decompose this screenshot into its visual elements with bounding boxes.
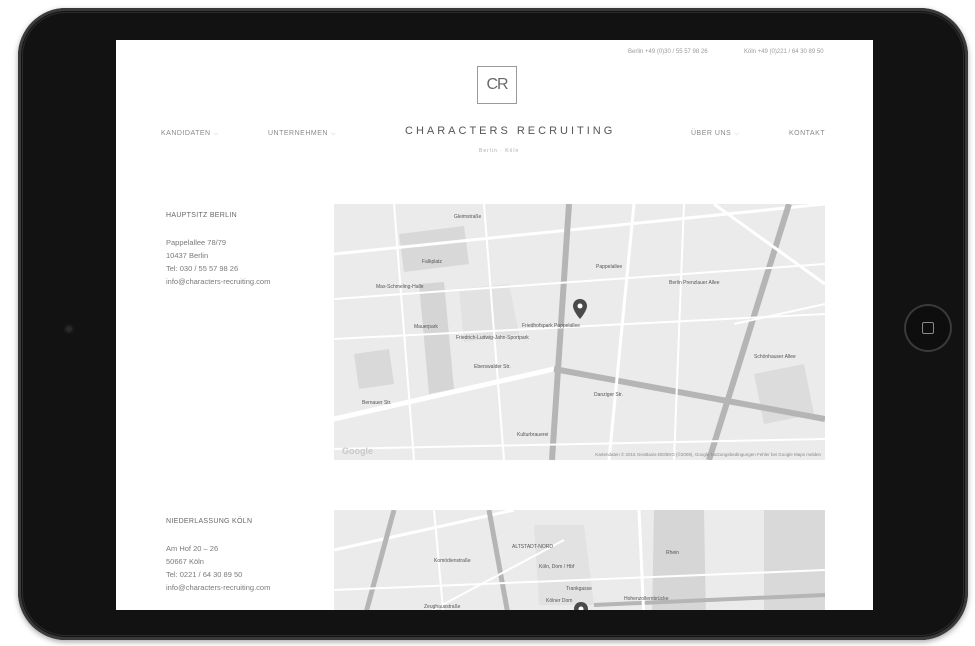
map-berlin[interactable]: Gleimstraße Falkplatz Max-Schmeling-Hall… — [334, 204, 825, 460]
map-label-koeln-dom: Köln, Dom / Hbf — [539, 564, 575, 570]
map-label-kulturbrauerei: Kulturbrauerei — [517, 432, 549, 438]
office-city-koeln: 50667 Köln — [166, 557, 204, 566]
berlin-contact[interactable]: Berlin +49 (0)30 / 55 57 98 26 — [628, 49, 708, 55]
map-label-rhein: Rhein — [666, 550, 680, 556]
brand-cities: Berlin · Köln — [479, 148, 520, 154]
koeln-contact[interactable]: Köln +49 (0)221 / 64 30 89 50 — [744, 49, 824, 55]
map-berlin-roads — [334, 204, 825, 460]
map-label-altstadt: ALTSTADT-NORD — [512, 544, 553, 550]
map-label-friedhofspark: Friedhofspark Pappelallee — [522, 323, 581, 329]
nav-ueber-uns[interactable]: ÜBER UNS ⌵ — [691, 130, 739, 138]
map-attribution[interactable]: Kartendaten © 2015 GeoBasis-DE/BKG (©200… — [595, 452, 821, 457]
map-label-prenzlauer: Berlin Prenzlauer Allee — [669, 280, 720, 286]
nav-kandidaten[interactable]: KANDIDATEN ⌵ — [161, 130, 219, 138]
map-label-schmeling: Max-Schmeling-Halle — [376, 284, 424, 290]
nav-kandidaten-label: KANDIDATEN — [161, 130, 211, 137]
logo[interactable]: CR — [477, 66, 517, 104]
map-koeln-roads — [334, 510, 825, 610]
map-label-danziger: Danziger Str. — [594, 392, 623, 398]
nav-kontakt-label: KONTAKT — [789, 130, 826, 137]
map-label-schoenhauser: Schönhauser Allee — [754, 354, 796, 360]
map-pin-icon[interactable] — [573, 299, 587, 319]
map-label-jahn: Friedrich-Ludwig-Jahn-Sportpark — [456, 335, 529, 341]
tablet-frame: Berlin +49 (0)30 / 55 57 98 26 Köln +49 … — [18, 8, 968, 640]
office-email-berlin[interactable]: info@characters-recruiting.com — [166, 277, 270, 286]
map-label-komoedien: Komödienstraße — [434, 558, 471, 564]
map-label-zeughaus: Zeughausstraße — [424, 604, 461, 610]
nav-kontakt[interactable]: KONTAKT — [789, 130, 825, 137]
nav-ueber-uns-label: ÜBER UNS — [691, 130, 732, 137]
nav-unternehmen[interactable]: UNTERNEHMEN ⌵ — [268, 130, 336, 138]
office-phone-koeln[interactable]: Tel: 0221 / 64 30 89 50 — [166, 570, 242, 579]
logo-mark: CR — [486, 76, 508, 93]
map-label-trankgasse: Trankgasse — [566, 586, 592, 592]
map-label-bernauer: Bernauer Str. — [362, 400, 392, 406]
office-street-berlin: Pappelallee 78/79 — [166, 238, 227, 247]
google-logo: Google — [342, 446, 373, 456]
map-label-pappelallee: Pappelallee — [596, 264, 623, 270]
home-square-icon — [922, 322, 934, 334]
map-koeln[interactable]: ALTSTADT-NORD Köln, Dom / Hbf Kölner Dom… — [334, 510, 825, 610]
chevron-down-icon: ⌵ — [213, 131, 219, 137]
office-street-koeln: Am Hof 20 – 26 — [166, 544, 219, 553]
office-email-koeln[interactable]: info@characters-recruiting.com — [166, 583, 270, 592]
chevron-down-icon: ⌵ — [330, 131, 337, 137]
map-label-eberswalder: Eberswalder Str. — [474, 364, 511, 370]
brand-name[interactable]: CHARACTERS RECRUITING — [405, 125, 615, 137]
nav-unternehmen-label: UNTERNEHMEN — [268, 130, 328, 137]
map-label-hohenzollern: Hohenzollernbrücke — [624, 596, 669, 602]
front-camera — [64, 324, 74, 334]
map-label-falkplatz: Falkplatz — [422, 259, 443, 265]
map-label-gleimstrasse: Gleimstraße — [454, 214, 482, 220]
home-button[interactable] — [904, 304, 952, 352]
office-city-berlin: 10437 Berlin — [166, 251, 209, 260]
map-label-mauerpark: Mauerpark — [414, 324, 438, 330]
map-label-koelner-dom: Kölner Dom — [546, 598, 573, 604]
office-title-berlin: HAUPTSITZ BERLIN — [166, 212, 237, 219]
screen: Berlin +49 (0)30 / 55 57 98 26 Köln +49 … — [116, 40, 873, 610]
chevron-down-icon: ⌵ — [734, 131, 740, 137]
office-phone-berlin[interactable]: Tel: 030 / 55 57 98 26 — [166, 264, 238, 273]
office-title-koeln: NIEDERLASSUNG KÖLN — [166, 518, 253, 525]
map-pin-icon[interactable] — [574, 602, 588, 610]
